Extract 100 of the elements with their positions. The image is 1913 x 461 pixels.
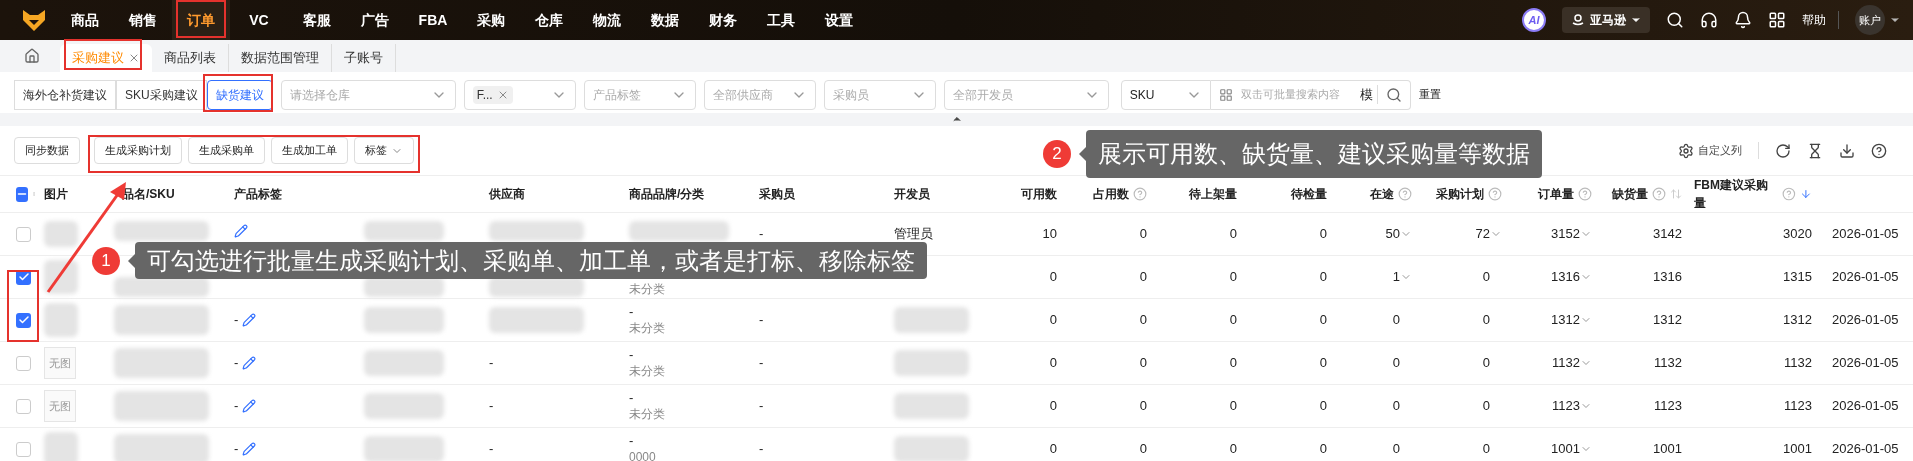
- select-all-checkbox[interactable]: [16, 186, 28, 202]
- refresh-icon[interactable]: [1775, 142, 1791, 159]
- table-cell-text: 0: [1049, 440, 1057, 459]
- chip-label: F...: [476, 86, 493, 104]
- checkbox[interactable]: [16, 398, 31, 414]
- table-cell-text: 0: [1229, 268, 1237, 287]
- help-link[interactable]: 帮助: [1802, 11, 1839, 29]
- nav-item[interactable]: VC: [230, 0, 288, 40]
- sort-icon[interactable]: [1670, 188, 1682, 200]
- edit-icon[interactable]: [242, 313, 257, 327]
- table-cell-text: 50: [1385, 225, 1400, 244]
- nav-item[interactable]: 数据: [636, 0, 694, 40]
- table-cell-text: -: [234, 311, 239, 330]
- reset-button[interactable]: 重置: [1418, 86, 1441, 103]
- nav-item[interactable]: 工具: [752, 0, 810, 40]
- filter-select[interactable]: F...: [463, 79, 576, 110]
- table-cell-text: 0: [1139, 268, 1147, 287]
- table-cell-text: 1312: [1783, 311, 1812, 330]
- headset-icon[interactable]: [1700, 11, 1718, 29]
- highlight-box: [203, 74, 273, 112]
- toolbar-button[interactable]: 同步数据: [14, 137, 80, 164]
- redacted-block: [44, 432, 78, 461]
- home-icon[interactable]: [24, 48, 40, 64]
- search-field[interactable]: 双击可批量搜索内容 模: [1210, 79, 1411, 110]
- toolbar-button[interactable]: 生成采购单: [188, 137, 265, 164]
- nav-item[interactable]: 财务: [694, 0, 752, 40]
- bell-icon[interactable]: [1734, 11, 1752, 29]
- custom-columns-button[interactable]: 自定义列: [1678, 142, 1759, 159]
- table-cell-text: 0: [1229, 440, 1237, 459]
- column-header: 可用数: [1021, 186, 1057, 203]
- search-icon[interactable]: [1666, 11, 1684, 29]
- column-header: 采购员: [759, 186, 795, 203]
- nav-item[interactable]: 广告: [346, 0, 404, 40]
- column-header: 在途: [1370, 186, 1394, 203]
- table-cell-text: 3152: [1551, 225, 1580, 244]
- nav-item[interactable]: 设置: [810, 0, 868, 40]
- download-icon[interactable]: [1839, 142, 1855, 159]
- table-cell-text: 1132: [1654, 354, 1682, 373]
- toolbar-button[interactable]: 生成采购计划: [94, 137, 182, 164]
- table-cell-text: 0: [1139, 311, 1147, 330]
- table-cell-text: 72: [1475, 225, 1490, 244]
- table-cell-text: -: [629, 304, 635, 320]
- hourglass-icon[interactable]: [1807, 142, 1823, 159]
- edit-icon[interactable]: [242, 442, 257, 456]
- checkbox[interactable]: [16, 312, 31, 328]
- column-header: 订单量: [1538, 186, 1574, 203]
- table-cell-text: -: [234, 440, 239, 459]
- mode-button[interactable]: SKU采购建议: [116, 79, 207, 110]
- table-cell-text: 1001: [1653, 440, 1682, 459]
- table-cell-text: 0: [1319, 225, 1327, 244]
- table-cell-text: 0: [1139, 397, 1147, 416]
- table-cell-text: 1312: [1551, 311, 1580, 330]
- table-cell-text: 0: [1139, 225, 1147, 244]
- check-icon: [17, 314, 30, 326]
- nav-item[interactable]: 采购: [462, 0, 520, 40]
- column-header: 缺货量: [1612, 186, 1648, 203]
- column-header: 供应商: [489, 186, 525, 203]
- match-mode-toggle[interactable]: 模: [1359, 84, 1378, 105]
- column-header: 占用数: [1093, 186, 1129, 203]
- table-cell-text: 0: [1139, 440, 1147, 459]
- nav-item[interactable]: 仓库: [520, 0, 578, 40]
- table-cell-text: 0: [1049, 354, 1057, 373]
- batch-icon[interactable]: [1218, 87, 1233, 102]
- select-placeholder: 请选择仓库: [289, 86, 350, 104]
- tag-menu-button[interactable]: 标签: [354, 137, 414, 164]
- account-avatar[interactable]: 账户: [1855, 5, 1885, 35]
- help-icon[interactable]: [1871, 142, 1887, 159]
- edit-icon[interactable]: [234, 224, 248, 238]
- table-cell-text: -: [759, 397, 765, 416]
- highlight-box: [176, 0, 226, 38]
- nav-item[interactable]: 客服: [288, 0, 346, 40]
- step-badge: 2: [1043, 140, 1071, 168]
- table-cell-text: 0: [1482, 440, 1490, 459]
- sort-icon[interactable]: [1800, 188, 1812, 200]
- nav-item[interactable]: FBA: [404, 0, 462, 40]
- nav-item[interactable]: 销售: [114, 0, 172, 40]
- checkbox[interactable]: [16, 355, 31, 371]
- mode-button[interactable]: 海外仓补货建议: [14, 79, 116, 110]
- table-cell-text: 2026-01-05: [1832, 440, 1899, 459]
- toolbar-button[interactable]: 生成加工单: [271, 137, 348, 164]
- table-cell-text: 2026-01-05: [1832, 311, 1899, 330]
- search-type-select[interactable]: SKU: [1120, 79, 1211, 110]
- table-cell-text: 0: [1482, 268, 1490, 287]
- checkbox[interactable]: [16, 441, 31, 457]
- edit-icon[interactable]: [242, 399, 257, 413]
- checkbox[interactable]: [16, 226, 31, 242]
- table-cell-text: -: [629, 390, 635, 406]
- edit-icon[interactable]: [242, 356, 257, 370]
- table-cell-text: 1316: [1551, 268, 1580, 287]
- nav-item[interactable]: 物流: [578, 0, 636, 40]
- ai-button[interactable]: AI: [1522, 8, 1546, 32]
- table-cell-text: 1123: [1654, 397, 1682, 416]
- nav-item[interactable]: 商品: [56, 0, 114, 40]
- close-icon[interactable]: [128, 52, 140, 64]
- apps-grid-icon[interactable]: [1768, 11, 1786, 29]
- table-cell-text: 1316: [1653, 268, 1682, 287]
- table-cell-text: -: [489, 397, 495, 416]
- column-header: 图片: [44, 186, 68, 203]
- marketplace-selector[interactable]: 亚马逊: [1562, 7, 1650, 33]
- table-cell-text: 1123: [1552, 397, 1580, 416]
